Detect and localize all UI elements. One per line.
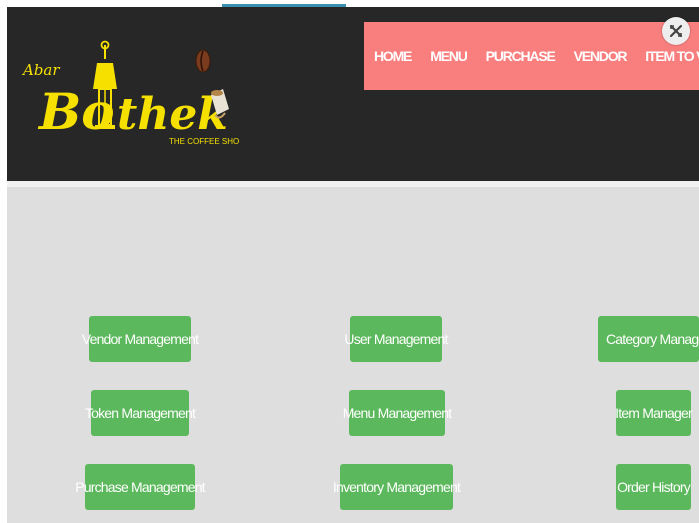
purchase-management-button[interactable]: Purchase Management [75,464,206,510]
main-nav: HOME MENU PURCHASE VENDOR ITEM TO VENDOR… [364,22,699,90]
token-management-button[interactable]: Token Management [85,390,196,436]
vendor-management-button[interactable]: Vendor Management [82,316,199,362]
logo-tagline: THE COFFEE SHOP [169,137,239,146]
logo-graphic: Abar Bo thek THE COFFEE SHOP [21,40,239,146]
order-history-button[interactable]: Order History [616,464,691,510]
logo-script-text: Abar [21,61,60,79]
page: Abar Bo thek THE COFFEE SHOP HOME MENU P… [0,0,699,523]
logo-main-left: Bo [37,82,115,141]
coffee-bean-icon [195,49,211,73]
nav-item-menu[interactable]: MENU [430,48,468,64]
nav-item-purchase[interactable]: PURCHASE [486,48,556,64]
close-icon [669,24,683,38]
inventory-management-button[interactable]: Inventory Management [333,464,461,510]
nav-item-item-to-vendor[interactable]: ITEM TO VENDOR [645,48,699,64]
header: Abar Bo thek THE COFFEE SHOP HOME MENU P… [7,7,699,181]
close-button[interactable] [662,17,690,45]
category-management-button[interactable]: Category Management [598,316,699,362]
brand-logo[interactable]: Abar Bo thek THE COFFEE SHOP [19,37,239,157]
item-manager-button[interactable]: Item Manager [615,390,693,436]
menu-management-button[interactable]: Menu Management [343,390,452,436]
user-management-button[interactable]: User Management [344,316,448,362]
nav-item-home[interactable]: HOME [374,48,412,64]
nav-item-vendor[interactable]: VENDOR [574,48,628,64]
logo-main-right: thek [117,89,228,140]
